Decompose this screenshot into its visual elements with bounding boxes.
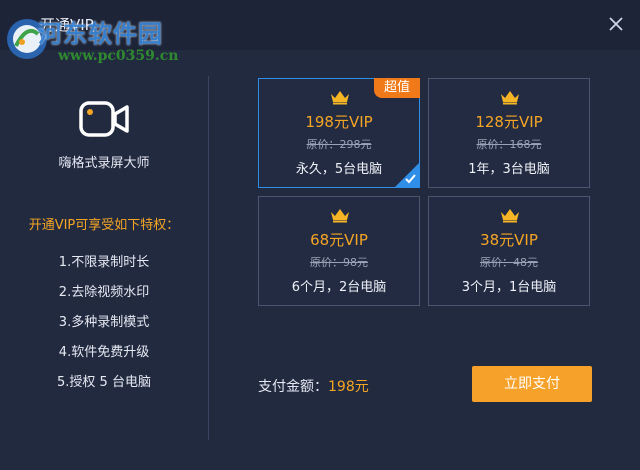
plan-card-198[interactable]: 198元VIP 原价：298元 永久，5台电脑 超值 <box>258 78 420 188</box>
crown-icon <box>331 91 349 105</box>
plan-name: 68元VIP <box>310 231 368 249</box>
plan-original-price: 原价：48元 <box>480 256 538 269</box>
perk-item: 3.多种录制模式 <box>58 315 150 330</box>
watermark-name: 河东软件园 <box>38 20 163 48</box>
left-panel: 嗨格式录屏大师 开通VIP可享受如下特权： 1.不限录制时长 2.去除视频水印 … <box>0 50 208 470</box>
plan-card-128[interactable]: 128元VIP 原价：168元 1年，3台电脑 <box>428 78 590 188</box>
plan-description: 3个月，1台电脑 <box>461 280 557 295</box>
video-camera-icon <box>79 101 129 137</box>
plan-card-38[interactable]: 38元VIP 原价：48元 3个月，1台电脑 <box>428 196 590 306</box>
plan-name: 38元VIP <box>480 231 538 249</box>
payment-label: 支付金额： <box>258 379 328 395</box>
perk-item: 2.去除视频水印 <box>58 285 150 300</box>
plan-original-price: 原价：298元 <box>306 138 372 151</box>
close-button[interactable] <box>604 12 628 36</box>
crown-icon <box>501 209 519 223</box>
payment-summary: 支付金额：198元 <box>258 376 369 396</box>
perk-list: 1.不限录制时长 2.去除视频水印 3.多种录制模式 4.软件免费升级 5.授权… <box>0 254 208 404</box>
payment-amount: 198元 <box>328 379 369 395</box>
plan-card-68[interactable]: 68元VIP 原价：98元 6个月，2台电脑 <box>258 196 420 306</box>
plan-description: 1年，3台电脑 <box>468 162 550 177</box>
close-icon <box>609 17 623 31</box>
perk-heading: 开通VIP可享受如下特权： <box>28 218 180 233</box>
app-name: 嗨格式录屏大师 <box>58 156 150 171</box>
plan-name: 128元VIP <box>475 113 543 131</box>
value-badge: 超值 <box>374 78 420 98</box>
plan-original-price: 原价：168元 <box>476 138 542 151</box>
panel-divider <box>208 76 209 440</box>
plan-name: 198元VIP <box>305 113 373 131</box>
crown-icon <box>501 91 519 105</box>
pay-now-button[interactable]: 立即支付 <box>472 366 592 402</box>
selected-check-icon <box>395 163 419 187</box>
plan-description: 6个月，2台电脑 <box>291 280 387 295</box>
plan-original-price: 原价：98元 <box>310 256 368 269</box>
perk-item: 5.授权 5 台电脑 <box>57 375 151 390</box>
perk-item: 4.软件免费升级 <box>58 345 150 360</box>
perk-item: 1.不限录制时长 <box>58 255 150 270</box>
crown-icon <box>331 209 349 223</box>
